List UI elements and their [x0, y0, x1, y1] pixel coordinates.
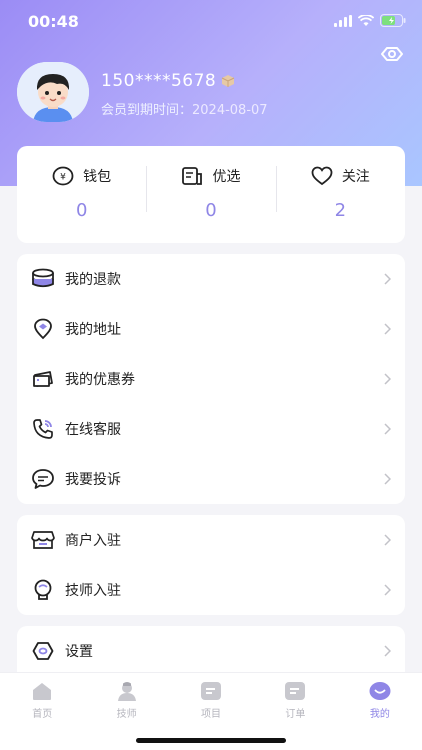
stat-select[interactable]: 优选 0 [146, 146, 275, 243]
menu-label: 我的退款 [65, 272, 121, 288]
refund-icon [32, 268, 54, 288]
select-icon [182, 167, 203, 185]
menu-card-settings: 设置 [17, 626, 405, 672]
tab-technician[interactable]: 技师 [84, 673, 168, 723]
heart-icon [311, 166, 333, 186]
mine-icon [369, 682, 391, 700]
phone-number: 150****5678 [101, 71, 217, 91]
menu-item-merchant[interactable]: 商户入驻 [17, 515, 405, 565]
stat-value: 2 [334, 200, 347, 221]
settings-icon [32, 642, 54, 660]
home-icon [33, 683, 52, 700]
user-phone: 150****5678 [101, 71, 235, 91]
order-icon [285, 682, 306, 700]
stat-label: 优选 [212, 169, 241, 185]
tab-label: 技师 [116, 709, 137, 720]
tab-home[interactable]: 首页 [0, 673, 84, 723]
tab-label: 项目 [201, 709, 222, 720]
menu-label: 技师入驻 [65, 583, 121, 599]
tab-label: 我的 [369, 709, 390, 720]
wallet-icon: ¥ [52, 166, 74, 186]
chevron-right-icon [384, 323, 391, 335]
tab-mine[interactable]: 我的 [338, 673, 422, 723]
menu-item-service[interactable]: 在线客服 [17, 404, 405, 454]
stat-label: 关注 [341, 169, 370, 185]
chevron-right-icon [384, 584, 391, 596]
chevron-right-icon [384, 423, 391, 435]
menu-label: 我的优惠券 [65, 372, 135, 388]
location-icon [34, 318, 52, 340]
member-expire: 会员到期时间：2024-08-07 [101, 99, 268, 118]
menu-label: 我要投诉 [65, 472, 121, 488]
signal-icon [334, 14, 352, 27]
stat-wallet[interactable]: ¥ 钱包 0 [17, 146, 146, 243]
battery-icon [380, 14, 406, 27]
menu-label: 在线客服 [65, 422, 121, 438]
menu-item-complaint[interactable]: 我要投诉 [17, 454, 405, 504]
home-indicator [136, 738, 286, 743]
menu-item-refund[interactable]: 我的退款 [17, 254, 405, 304]
expire-label: 会员到期时间： [101, 103, 193, 118]
svg-text:¥: ¥ [60, 173, 66, 183]
menu-item-address[interactable]: 我的地址 [17, 304, 405, 354]
menu-label: 设置 [65, 644, 93, 660]
avatar-image [17, 62, 89, 122]
status-icons [334, 14, 406, 27]
tab-label: 首页 [32, 709, 53, 720]
store-icon [31, 531, 55, 549]
status-bar: 00:48 [0, 0, 422, 44]
stat-value: 0 [75, 200, 88, 221]
member-badge-icon [221, 75, 235, 87]
chevron-right-icon [384, 373, 391, 385]
stats-card: ¥ 钱包 0 优选 0 关注 2 [17, 146, 405, 243]
menu-label: 我的地址 [65, 322, 121, 338]
menu-card-join: 商户入驻 技师入驻 [17, 515, 405, 615]
tab-order[interactable]: 订单 [253, 673, 337, 723]
expire-date: 2024-08-07 [192, 103, 268, 118]
menu-item-technician[interactable]: 技师入驻 [17, 565, 405, 615]
menu-item-coupon[interactable]: 我的优惠券 [17, 354, 405, 404]
stat-value: 0 [205, 200, 217, 221]
stat-label: 钱包 [83, 169, 112, 185]
menu-item-settings[interactable]: 设置 [17, 626, 405, 672]
chevron-right-icon [384, 645, 391, 657]
wifi-icon [358, 14, 374, 26]
menu-label: 商户入驻 [65, 533, 121, 549]
stat-follow[interactable]: 关注 2 [275, 146, 405, 243]
chevron-right-icon [384, 534, 391, 546]
avatar[interactable] [17, 62, 89, 122]
menu-card-main: 我的退款 我的地址 我的优惠券 在线客服 我要投诉 [17, 254, 405, 504]
chevron-right-icon [384, 473, 391, 485]
service-phone-icon [33, 419, 53, 439]
project-icon [201, 682, 222, 700]
technician-tab-icon [117, 682, 136, 701]
tab-label: 订单 [285, 709, 306, 720]
tab-project[interactable]: 项目 [169, 673, 253, 723]
status-time: 00:48 [28, 12, 79, 31]
eye-icon[interactable] [380, 44, 404, 64]
complaint-icon [32, 469, 54, 489]
technician-icon [34, 579, 52, 600]
coupon-icon [33, 371, 53, 387]
chevron-right-icon [384, 273, 391, 285]
